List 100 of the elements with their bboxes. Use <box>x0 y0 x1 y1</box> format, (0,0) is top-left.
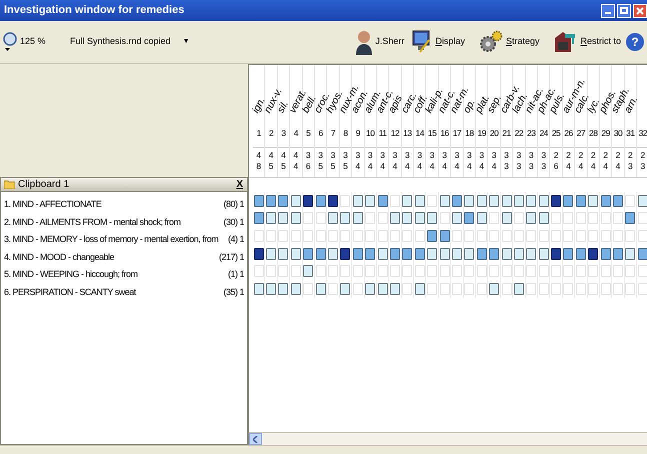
remedy-count: 5 <box>330 161 336 172</box>
horizontal-scrollbar[interactable] <box>249 432 647 445</box>
remedy-number: 22 <box>514 127 524 140</box>
remedy-number: 10 <box>366 127 374 140</box>
scroll-left-button[interactable] <box>249 433 262 445</box>
remedy-degree: 3 <box>516 150 522 161</box>
remedy-degree: 3 <box>479 150 484 161</box>
remedy-degree: 2 <box>578 150 584 161</box>
close-icon <box>636 6 644 14</box>
rubric-text[interactable]: 3. MIND - MEMORY - loss of memory - mental exertion, from <box>4 233 225 247</box>
rubric-count: (35) 1 <box>223 286 244 300</box>
remedy-number: 25 <box>552 127 560 140</box>
remedy-count: 8 <box>256 161 262 172</box>
remedy-degree: 3 <box>528 150 534 161</box>
rubric-text[interactable]: 4. MIND - MOOD - changeable <box>4 250 216 264</box>
remedy-degree: 3 <box>492 150 496 161</box>
grade-square[interactable] <box>551 248 562 260</box>
repertory-label: Full Synthesis.rnd copied <box>70 35 171 48</box>
remedy-degree: 2 <box>590 150 596 161</box>
remedy-number: 17 <box>452 127 462 140</box>
rubric-count: (1) 1 <box>228 268 244 282</box>
remedy-number: 27 <box>576 127 586 140</box>
remedy-number: 19 <box>477 127 486 140</box>
rubric-text[interactable]: 2. MIND - AILMENTS FROM - mental shock; from <box>4 216 220 230</box>
remedy-count: 4 <box>578 161 584 172</box>
remedy-degree: 3 <box>504 150 509 161</box>
remedy-number: 32 <box>638 127 647 140</box>
user-avatar-icon[interactable] <box>355 29 374 55</box>
grade-square[interactable] <box>551 194 562 207</box>
remedy-degree: 2 <box>640 150 646 161</box>
folder-icon <box>4 180 15 189</box>
magnifier-icon[interactable] <box>2 32 18 52</box>
grade-square[interactable] <box>340 248 350 260</box>
remedy-count: 6 <box>554 161 558 172</box>
remedy-degree: 3 <box>417 150 422 161</box>
remedy-number: 6 <box>318 127 323 140</box>
grade-square[interactable] <box>303 194 314 207</box>
remedy-number: 16 <box>440 127 449 140</box>
remedy-count: 3 <box>541 161 546 172</box>
remedy-number: 11 <box>378 127 387 140</box>
grade-square[interactable] <box>328 194 338 207</box>
remedy-degree: 4 <box>281 150 286 161</box>
remedy-number: 30 <box>614 127 622 140</box>
strategy-button[interactable]: Strategy <box>478 30 540 54</box>
remedy-count: 4 <box>417 161 422 172</box>
remedy-degree: 3 <box>442 150 447 161</box>
remedy-number: 20 <box>490 127 498 140</box>
remedy-count: 4 <box>479 161 484 172</box>
remedy-degree: 3 <box>466 150 472 161</box>
clipboard-close-button[interactable]: X <box>235 180 244 190</box>
zoom-level: 125 % <box>20 35 47 48</box>
rubric-text[interactable]: 6. PERSPIRATION - SCANTY sweat <box>4 286 220 300</box>
remedy-degree: 3 <box>306 150 311 161</box>
remedy-number: 15 <box>428 127 436 140</box>
remedy-number: 21 <box>502 127 511 140</box>
remedy-count: 4 <box>603 161 608 172</box>
display-button[interactable]: Display <box>412 30 465 54</box>
remedy-degree: 3 <box>454 150 460 161</box>
remedy-number: 4 <box>294 127 298 140</box>
maximize-button[interactable] <box>617 4 631 18</box>
remedy-count: 4 <box>430 161 435 172</box>
remedy-number: 18 <box>465 127 474 140</box>
remedy-count: 4 <box>590 161 596 172</box>
rubric-text[interactable]: 1. MIND - AFFECTIONATE <box>4 198 220 212</box>
window-title: Investigation window for remedies <box>4 3 186 18</box>
grade-square[interactable] <box>254 248 264 260</box>
remedy-number: 2 <box>268 127 274 140</box>
remedy-degree: 2 <box>616 150 620 161</box>
remedy-degree: 2 <box>628 150 633 161</box>
rubric-count: (217) 1 <box>218 250 244 264</box>
remedy-number: 9 <box>356 127 360 140</box>
close-button[interactable] <box>633 4 647 18</box>
restrict-button[interactable]: Restrict to <box>553 30 621 54</box>
remedy-degree: 3 <box>430 150 435 161</box>
grade-square[interactable] <box>588 248 598 260</box>
remedy-number: 24 <box>539 127 548 140</box>
remedy-degree: 4 <box>294 150 298 161</box>
remedy-count: 4 <box>442 161 447 172</box>
help-icon[interactable]: ? <box>625 32 645 52</box>
remedy-count: 4 <box>355 161 360 172</box>
remedy-number: 12 <box>390 127 400 140</box>
remedy-count: 4 <box>492 161 496 172</box>
remedy-count: 3 <box>516 161 522 172</box>
remedy-degree: 3 <box>380 150 385 161</box>
remedy-count: 3 <box>628 161 633 172</box>
remedy-count: 4 <box>566 161 571 172</box>
remedy-number: 31 <box>626 127 635 140</box>
remedy-number: 23 <box>527 127 536 140</box>
remedy-number: 7 <box>330 127 336 140</box>
remedy-number: 13 <box>403 127 412 140</box>
remedy-count: 3 <box>504 161 509 172</box>
remedy-count: 4 <box>454 161 460 172</box>
gears-icon <box>478 30 503 54</box>
remedy-count: 4 <box>392 161 398 172</box>
minimize-button[interactable] <box>601 4 615 18</box>
remedy-count: 5 <box>268 161 274 172</box>
remedy-degree: 2 <box>554 150 558 161</box>
rubric-count: (4) 1 <box>228 233 244 246</box>
remedy-number: 3 <box>281 127 286 140</box>
rubric-text[interactable]: 5. MIND - WEEPING - hiccough; from <box>4 268 225 282</box>
